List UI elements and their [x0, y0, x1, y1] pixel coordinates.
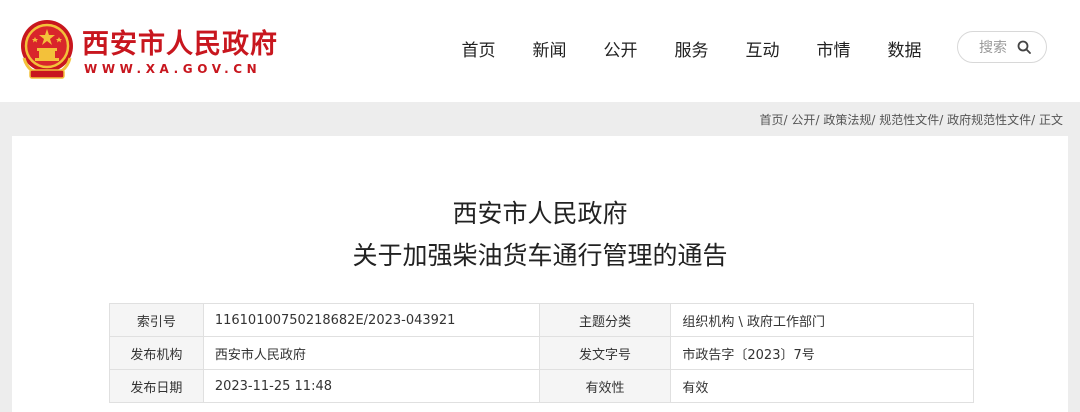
info-value-publisher: 西安市人民政府 — [202, 336, 540, 370]
info-label-topic: 主题分类 — [538, 303, 672, 337]
nav-item-interact[interactable]: 互动 — [727, 36, 798, 61]
nav-item-news[interactable]: 新闻 — [514, 36, 585, 61]
breadcrumb: 首页/ 公开/ 政策法规/ 规范性文件/ 政府规范性文件/ 正文 — [760, 111, 1063, 128]
breadcrumb-item-policy[interactable]: 政策法规 — [823, 113, 871, 127]
document-info-table: 索引号 11610100750218682E/2023-043921 主题分类 … — [109, 303, 974, 403]
table-row: 发布机构 西安市人民政府 发文字号 市政告字〔2023〕7号 — [109, 336, 974, 370]
nav-item-public[interactable]: 公开 — [585, 36, 656, 61]
info-label-publisher: 发布机构 — [109, 336, 204, 370]
search-icon[interactable] — [1017, 40, 1031, 54]
info-label-validity: 有效性 — [538, 369, 672, 403]
info-label-index: 索引号 — [109, 303, 204, 337]
info-label-date: 发布日期 — [109, 369, 204, 403]
nav-item-home[interactable]: 首页 — [443, 36, 514, 61]
article-card: 西安市人民政府 关于加强柴油货车通行管理的通告 索引号 116101007502… — [12, 136, 1068, 412]
breadcrumb-separator: / — [783, 113, 788, 127]
breadcrumb-separator: / — [815, 113, 820, 127]
info-value-topic: 组织机构 \ 政府工作部门 — [670, 303, 974, 337]
national-emblem-icon[interactable] — [18, 18, 76, 80]
site-url[interactable]: WWW.XA.GOV.CN — [84, 62, 261, 76]
site-name[interactable]: 西安市人民政府 — [82, 22, 278, 61]
breadcrumb-item-normative[interactable]: 规范性文件 — [879, 113, 939, 127]
breadcrumb-separator: / — [939, 113, 944, 127]
site-header: 西安市人民政府 WWW.XA.GOV.CN 首页 新闻 公开 服务 互动 市情 … — [0, 0, 1080, 102]
info-value-doc-number: 市政告字〔2023〕7号 — [670, 336, 974, 370]
main-nav: 首页 新闻 公开 服务 互动 市情 数据 — [443, 36, 940, 61]
nav-item-city-info[interactable]: 市情 — [798, 36, 869, 61]
nav-item-data[interactable]: 数据 — [869, 36, 940, 61]
article-title-line1: 西安市人民政府 — [452, 199, 628, 228]
breadcrumb-separator: / — [1031, 113, 1036, 127]
info-value-index: 11610100750218682E/2023-043921 — [202, 303, 540, 337]
article-title-line2: 关于加强柴油货车通行管理的通告 — [352, 241, 728, 270]
breadcrumb-item-public[interactable]: 公开 — [791, 113, 815, 127]
search-box[interactable]: 搜索 — [957, 31, 1047, 63]
breadcrumb-item-current: 正文 — [1038, 113, 1063, 127]
search-placeholder[interactable]: 搜索 — [979, 37, 1007, 57]
breadcrumb-item-home[interactable]: 首页 — [760, 113, 784, 127]
nav-item-service[interactable]: 服务 — [656, 36, 727, 61]
breadcrumb-item-gov-normative[interactable]: 政府规范性文件 — [947, 113, 1031, 127]
info-value-validity: 有效 — [670, 369, 974, 403]
table-row: 发布日期 2023-11-25 11:48 有效性 有效 — [109, 369, 974, 403]
info-label-doc-number: 发文字号 — [538, 336, 672, 370]
table-row: 索引号 11610100750218682E/2023-043921 主题分类 … — [109, 303, 974, 337]
breadcrumb-separator: / — [871, 113, 876, 127]
info-value-date: 2023-11-25 11:48 — [202, 369, 540, 403]
